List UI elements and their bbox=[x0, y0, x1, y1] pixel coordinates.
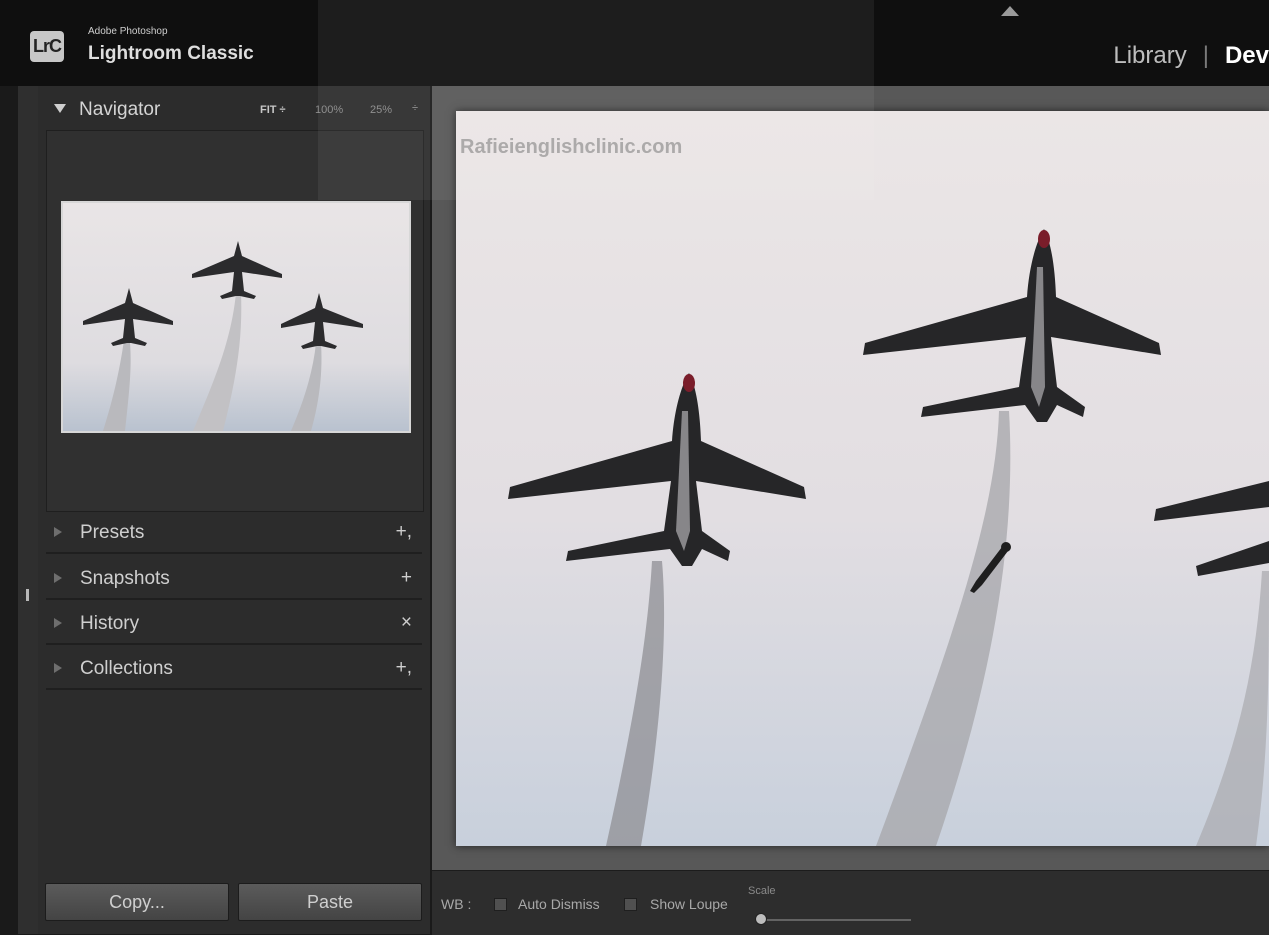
lrc-logo: LrC bbox=[30, 31, 64, 62]
collapsed-triangle-icon bbox=[54, 573, 62, 583]
panel-toggle-up-icon[interactable] bbox=[1001, 6, 1019, 16]
collapsed-triangle-icon bbox=[54, 527, 62, 537]
module-separator: | bbox=[1202, 42, 1209, 69]
add-preset-icon[interactable]: +, bbox=[396, 521, 412, 543]
show-loupe-checkbox[interactable] bbox=[624, 898, 637, 911]
panel-presets[interactable]: Presets +, bbox=[46, 512, 422, 554]
collapsed-triangle-icon bbox=[54, 663, 62, 673]
scale-label: Scale bbox=[748, 885, 776, 897]
navigator-preview-area bbox=[46, 130, 424, 512]
panel-label: Collections bbox=[80, 658, 173, 679]
brand-main-text: Lightroom Classic bbox=[88, 43, 254, 64]
module-picker: Library | Dev bbox=[1113, 42, 1269, 70]
panel-history[interactable]: History × bbox=[46, 603, 422, 645]
expand-triangle-icon[interactable] bbox=[54, 104, 66, 113]
wb-label: WB : bbox=[441, 896, 472, 912]
panel-label: Presets bbox=[80, 522, 145, 543]
wb-toolbar: WB : Auto Dismiss Show Loupe Scale bbox=[432, 870, 1269, 935]
paste-button[interactable]: Paste bbox=[238, 883, 422, 921]
panel-snapshots[interactable]: Snapshots + bbox=[46, 558, 422, 600]
module-develop[interactable]: Dev bbox=[1225, 42, 1269, 70]
main-photo[interactable] bbox=[456, 111, 1269, 846]
module-library[interactable]: Library bbox=[1113, 42, 1186, 70]
auto-dismiss-checkbox[interactable] bbox=[494, 898, 507, 911]
scale-slider-track[interactable] bbox=[756, 919, 911, 921]
show-loupe-label[interactable]: Show Loupe bbox=[650, 896, 728, 912]
collapsed-triangle-icon bbox=[54, 618, 62, 628]
panel-collapse-grip[interactable] bbox=[26, 589, 29, 601]
navigator-title[interactable]: Navigator bbox=[79, 99, 160, 121]
navigator-header[interactable]: Navigator FIT ÷ 100% 25% ÷ bbox=[38, 86, 430, 130]
copy-button[interactable]: Copy... bbox=[45, 883, 229, 921]
zoom-100-option[interactable]: 100% bbox=[315, 104, 343, 116]
add-snapshot-icon[interactable]: + bbox=[401, 567, 412, 589]
panel-collections[interactable]: Collections +, bbox=[46, 648, 422, 690]
left-panel: Navigator FIT ÷ 100% 25% ÷ Presets +, Sn… bbox=[38, 86, 431, 934]
add-collection-icon[interactable]: +, bbox=[396, 657, 412, 679]
auto-dismiss-label[interactable]: Auto Dismiss bbox=[518, 896, 600, 912]
app-header: LrC Adobe Photoshop Lightroom Classic Li… bbox=[0, 0, 1269, 86]
brand-top-text: Adobe Photoshop bbox=[88, 26, 168, 37]
zoom-25-option[interactable]: 25% bbox=[370, 104, 392, 116]
panel-label: History bbox=[80, 613, 140, 634]
left-panel-edge[interactable] bbox=[18, 86, 39, 934]
panel-label: Snapshots bbox=[80, 568, 170, 589]
zoom-fit-option[interactable]: FIT ÷ bbox=[260, 104, 286, 116]
zoom-stepper[interactable]: ÷ bbox=[412, 102, 418, 114]
main-canvas-area[interactable] bbox=[432, 86, 1269, 870]
scale-slider-knob[interactable] bbox=[755, 913, 767, 925]
clear-history-icon[interactable]: × bbox=[401, 612, 412, 634]
navigator-thumbnail[interactable] bbox=[61, 201, 411, 433]
